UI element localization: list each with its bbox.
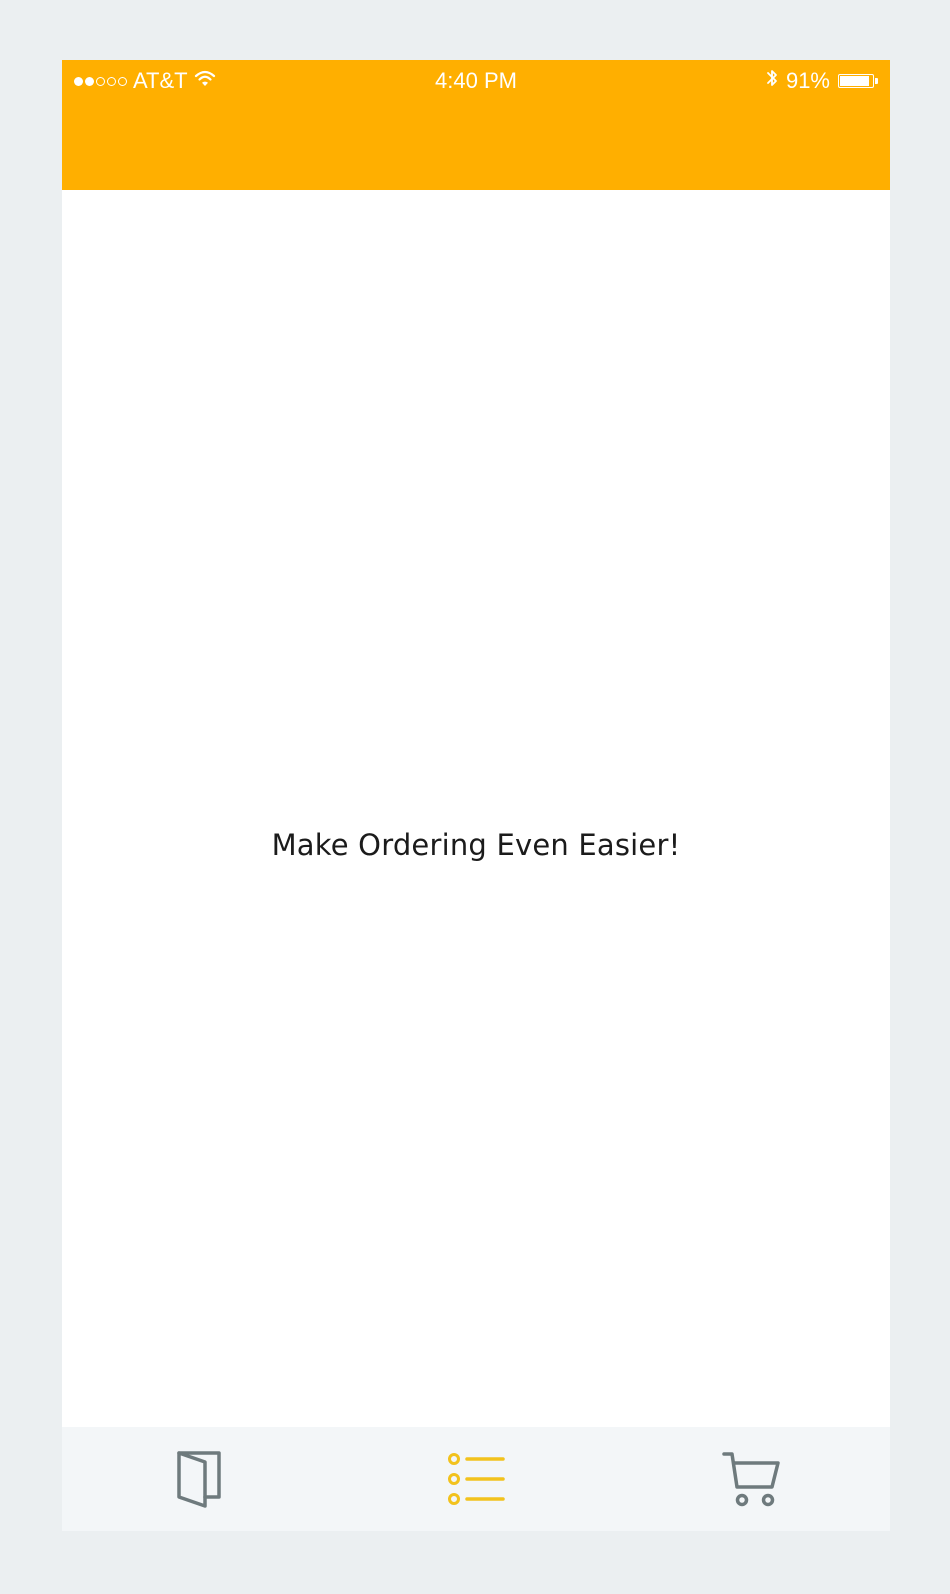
bluetooth-icon (766, 68, 778, 94)
main-content: Make Ordering Even Easier! (62, 190, 890, 1427)
tab-list[interactable] (338, 1427, 614, 1531)
tab-menu[interactable] (62, 1427, 338, 1531)
menu-book-icon (175, 1449, 225, 1509)
status-right: 91% (766, 68, 878, 94)
header-bar: AT&T 4:40 PM 91% (62, 60, 890, 190)
battery-level (840, 76, 870, 86)
battery-icon (838, 74, 878, 88)
battery-percent: 91% (785, 68, 830, 93)
tab-cart[interactable] (614, 1427, 890, 1531)
phone-screen: AT&T 4:40 PM 91% Make Ordering Even Easi… (62, 60, 890, 1531)
tab-bar (62, 1427, 890, 1531)
headline-text: Make Ordering Even Easier! (271, 828, 681, 862)
list-icon (447, 1451, 505, 1507)
status-bar: AT&T 4:40 PM 91% (62, 60, 890, 102)
cart-icon (722, 1449, 782, 1509)
